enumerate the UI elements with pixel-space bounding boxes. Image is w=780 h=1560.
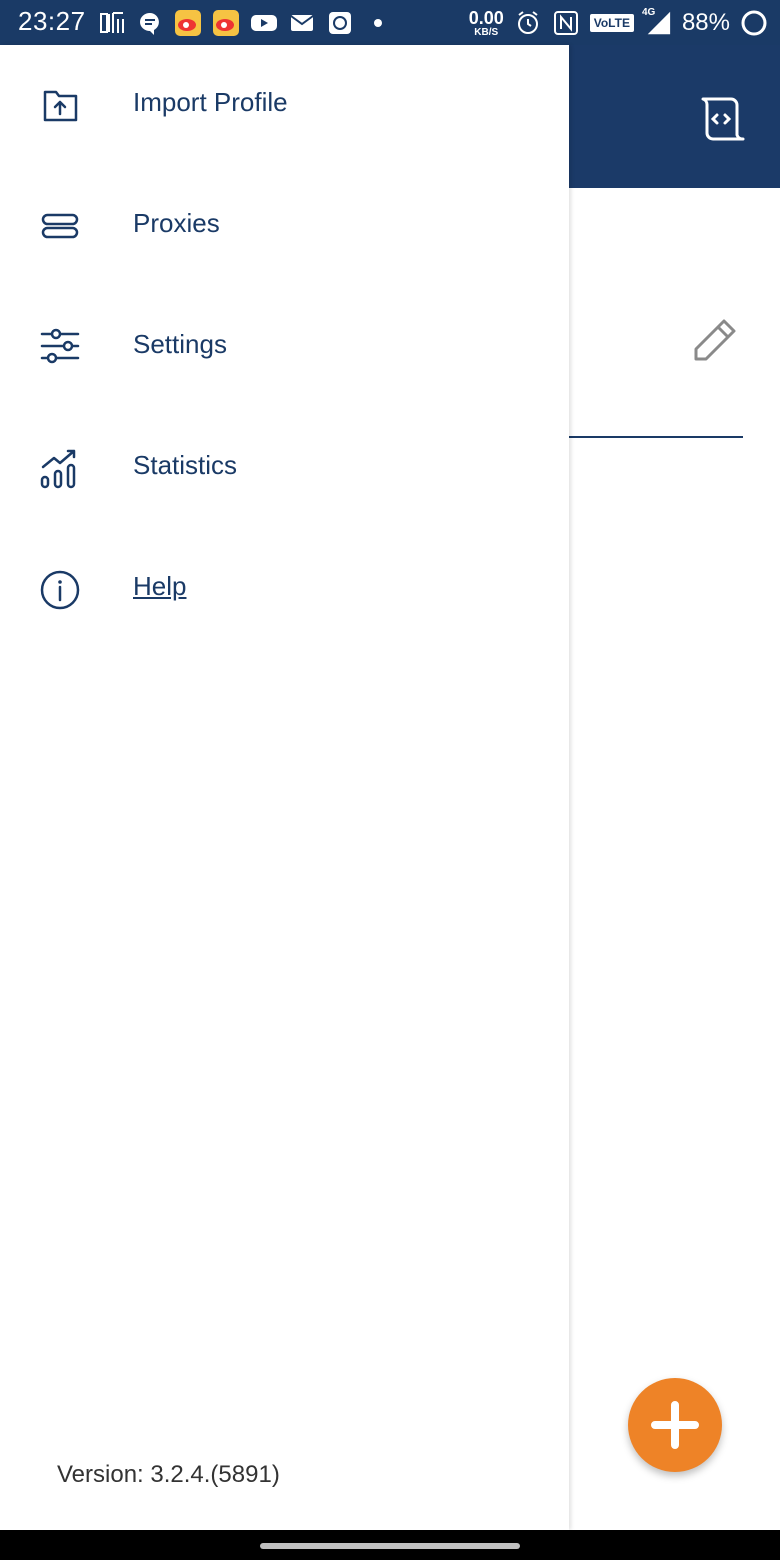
mail-icon [288,9,316,37]
proxies-icon [38,203,84,249]
network-type: 4G [641,7,656,18]
net-speed: 0.00 KB/S [469,9,504,38]
status-time: 23:27 [18,6,86,36]
plus-icon [651,1401,699,1449]
notification-icons [98,8,392,38]
statistics-icon [38,445,84,491]
menu-item-statistics[interactable]: Statistics [0,408,569,529]
nfc-icon [552,9,580,37]
tab-underline [569,436,743,438]
version-text: Version: 3.2.4.(5891) [57,1461,280,1488]
status-bar: 23:27 0.00 KB/S VoLTE 4G 88% [0,0,780,45]
help-icon [38,566,84,612]
menu-item-label: Import Profile [133,87,288,117]
weibo-icon [212,9,240,37]
navigation-drawer: Import Profile Proxies Settings Statisti… [0,45,569,1530]
signal-icon: 4G [641,7,672,37]
menu-item-proxies[interactable]: Proxies [0,166,569,287]
alarm-icon [514,9,542,37]
menu-item-help[interactable]: Help [0,529,569,650]
home-gesture-handle[interactable] [260,1543,520,1549]
app-toolbar [569,45,780,188]
message-icon [136,9,164,37]
script-icon[interactable] [693,93,745,145]
app-icon [326,9,354,37]
menu-item-settings[interactable]: Settings [0,287,569,408]
import-icon [38,82,84,128]
system-nav-bar [0,1530,780,1560]
menu-item-label: Help [133,571,187,601]
weibo-icon [174,9,202,37]
menu-item-import-profile[interactable]: Import Profile [0,45,569,166]
add-button[interactable] [628,1378,722,1472]
net-speed-unit: KB/S [474,26,499,38]
edit-icon[interactable] [688,315,740,367]
youtube-icon [250,9,278,37]
net-speed-value: 0.00 [468,7,504,28]
menu-item-label: Proxies [133,208,220,238]
status-right: 0.00 KB/S VoLTE 4G 88% [469,6,768,40]
battery-ring-icon [740,9,768,37]
menu-item-label: Statistics [133,450,238,480]
settings-icon [38,324,84,370]
battery-percent: 88% [681,9,730,36]
listen-app-icon [98,9,126,37]
volte-badge: VoLTE [589,14,634,32]
menu-item-label: Settings [133,329,227,359]
dot-icon [364,9,392,37]
